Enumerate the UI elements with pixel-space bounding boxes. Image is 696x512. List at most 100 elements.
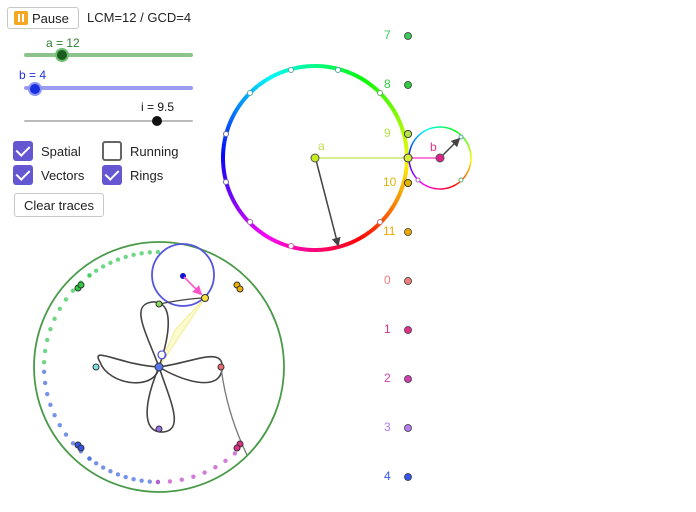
ring-segment <box>295 65 302 70</box>
ring-segment <box>455 130 459 134</box>
contact-point <box>403 153 413 163</box>
ring-segment <box>364 79 371 86</box>
ring-dot <box>45 337 50 343</box>
ring-dot <box>45 391 50 397</box>
number-dot <box>404 179 412 187</box>
ring-segment <box>281 241 288 248</box>
ring-segment <box>324 246 330 252</box>
ring-dot <box>48 402 53 408</box>
ring-segment <box>351 238 358 244</box>
ring-segment <box>338 243 345 249</box>
curve-petal-right <box>158 355 223 384</box>
ring-segment <box>229 194 235 201</box>
spatial-point <box>233 444 241 452</box>
ring-segment <box>464 173 468 177</box>
ring-segment <box>342 242 349 248</box>
ring-segment <box>221 167 227 173</box>
spatial-point <box>92 363 100 371</box>
ring-segment <box>412 139 416 143</box>
ring-segment <box>367 81 375 89</box>
ring-segment <box>359 233 367 240</box>
ring-dot <box>155 249 161 255</box>
number-label: 0 <box>384 273 391 287</box>
ring-dot <box>131 476 136 482</box>
ring-segment <box>427 127 431 131</box>
ring-segment <box>462 175 466 180</box>
wheel-a-tick <box>247 90 253 96</box>
ring-dot <box>115 257 121 262</box>
ring-segment <box>387 102 394 110</box>
number-dot <box>404 326 412 334</box>
ring-segment <box>351 72 358 78</box>
ring-segment <box>295 245 301 251</box>
ring-segment <box>231 110 238 118</box>
spatial-point <box>77 281 85 289</box>
ring-dot <box>93 461 99 466</box>
ring-segment <box>452 128 457 132</box>
ring-dot <box>48 326 53 332</box>
ring-segment <box>221 143 227 149</box>
number-label: 1 <box>384 322 391 336</box>
ring-dot <box>155 479 161 485</box>
ring-dot <box>63 297 69 302</box>
ring-segment <box>281 68 288 74</box>
ring-segment <box>251 224 259 232</box>
number-dot <box>404 424 412 432</box>
wheel-b-tick <box>415 177 421 183</box>
number-label: 7 <box>384 28 391 42</box>
ring-segment <box>272 72 279 78</box>
ring-dot <box>131 252 136 258</box>
ring-dot <box>108 469 113 474</box>
ring-dot <box>115 472 121 477</box>
ring-segment <box>402 172 408 178</box>
ring-dot <box>57 422 63 428</box>
ring-dot <box>147 250 152 255</box>
ring-segment <box>397 119 403 126</box>
ring-segment <box>421 130 426 134</box>
ring-segment <box>227 119 233 126</box>
wheel-a-vector <box>315 159 341 247</box>
ring-segment <box>324 64 330 70</box>
ring-segment <box>259 79 267 86</box>
ring-segment <box>300 246 306 252</box>
ring-dot <box>167 479 173 484</box>
number-dot <box>404 32 412 40</box>
number-dot <box>404 81 412 89</box>
ring-segment <box>241 94 249 102</box>
spatial-point <box>236 285 244 293</box>
ring-segment <box>446 186 450 190</box>
ring-segment <box>426 185 431 189</box>
ring-segment <box>333 244 340 250</box>
number-dot <box>404 473 412 481</box>
ring-segment <box>433 187 437 190</box>
ring-dot <box>87 273 92 278</box>
wheel-a-tick <box>223 131 229 137</box>
ring-segment <box>222 171 227 178</box>
ring-segment <box>469 151 472 156</box>
ring-dot <box>213 465 218 470</box>
ring-dot <box>139 251 144 256</box>
ring-segment <box>342 68 349 75</box>
ring-segment <box>399 124 405 131</box>
ring-segment <box>229 115 235 122</box>
wheel-a-tick <box>335 67 341 73</box>
ring-dot <box>41 369 47 374</box>
number-dot <box>404 277 412 285</box>
ring-dot <box>123 254 128 260</box>
ring-segment <box>371 84 379 92</box>
ring-dot <box>41 360 47 365</box>
spatial-origin-point <box>154 362 164 372</box>
ring-segment <box>384 98 392 106</box>
number-dot <box>404 130 412 138</box>
ring-segment <box>263 76 271 83</box>
ring-segment <box>395 194 401 201</box>
ring-dot <box>147 479 152 484</box>
wheel-b-tick <box>458 134 464 140</box>
drawing-canvas: a b 7 8 9 10 11 0 1 2 3 4 O <box>33 28 472 493</box>
ring-segment <box>446 126 450 130</box>
ring-segment <box>412 172 416 177</box>
ring-segment <box>442 187 447 190</box>
ring-dot <box>223 458 228 464</box>
ring-segment <box>403 138 408 145</box>
ring-segment <box>227 190 233 197</box>
